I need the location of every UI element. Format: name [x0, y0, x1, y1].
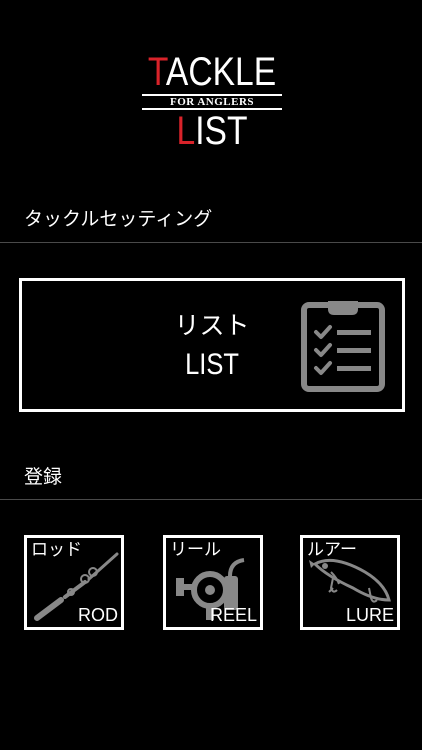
app-logo: TACKLE FOR ANGLERS LIST	[130, 52, 294, 152]
clipboard-checklist-icon	[301, 301, 385, 392]
logo-letter-t: T	[147, 50, 166, 94]
tackle-setting-heading: タックルセッティング	[24, 208, 213, 230]
rod-label-jp: ロッド	[31, 540, 82, 560]
list-button-label-en: LIST	[185, 348, 239, 381]
reel-label-en: REEL	[209, 605, 257, 625]
list-button[interactable]: リスト LIST	[19, 278, 405, 412]
rod-label-en: ROD	[78, 605, 118, 625]
lure-label-en: LURE	[345, 605, 394, 625]
register-lure-button[interactable]: ルアー LURE	[300, 535, 400, 630]
register-rod-button[interactable]: ロッド ROD	[24, 535, 124, 630]
logo-letter-l: L	[176, 109, 196, 153]
logo-word-tackle: TACKLE	[143, 52, 281, 92]
reel-label-jp: リール	[170, 540, 221, 560]
lure-label-jp: ルアー	[307, 540, 357, 560]
logo-word-list-rest: IST	[195, 109, 248, 153]
tackle-setting-divider	[0, 242, 422, 243]
logo-word-list: LIST	[168, 110, 255, 152]
register-heading: 登録	[24, 466, 63, 488]
register-reel-button[interactable]: リール REEL	[163, 535, 263, 630]
list-button-label-jp: リスト	[174, 311, 250, 340]
logo-tagline: FOR ANGLERS	[169, 96, 255, 108]
register-divider	[0, 499, 422, 500]
logo-tagline-band: FOR ANGLERS	[142, 94, 282, 110]
logo-word-tackle-rest: ACKLE	[165, 50, 277, 94]
